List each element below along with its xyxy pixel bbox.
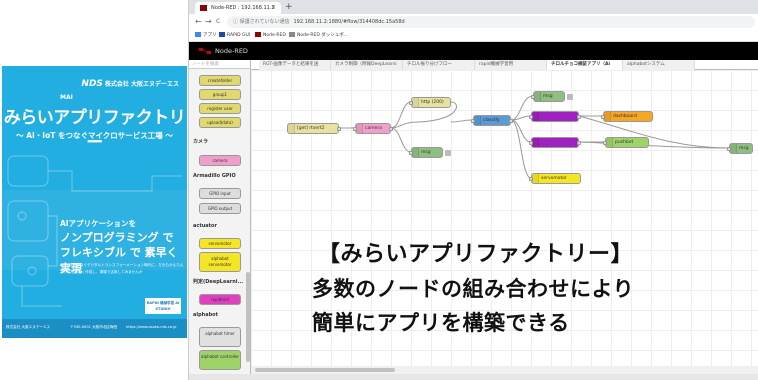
flow-tab-active[interactable]: チロルチョコ検証アプリ（Ai: [547, 60, 623, 70]
palette-scrollbar[interactable]: [246, 272, 250, 362]
address-bar-row: ← → C ⓘ 保護されていない通信 192.168.11.2:1880/#flo…: [189, 14, 758, 30]
flow-tab[interactable]: チロル振り分けフロー: [403, 60, 475, 70]
cover-tagline-2: ノンプログラミング で: [60, 231, 174, 244]
url-field[interactable]: ⓘ 保護されていない通信 192.168.11.2:1880/#flow/3144…: [227, 16, 755, 28]
debug-node[interactable]: msg: [531, 91, 573, 102]
bookmark-node-red[interactable]: Node-RED: [255, 30, 286, 42]
palette-node[interactable]: alphabot controller: [199, 350, 241, 370]
browser-tab-title: Node-RED : 192.168.11.2: [211, 5, 275, 11]
palette-node[interactable]: createfolder: [199, 75, 241, 86]
back-icon[interactable]: ←: [195, 14, 202, 30]
debug-node[interactable]: msg: [409, 147, 451, 158]
palette-category-alphabot[interactable]: alphabot: [193, 312, 218, 318]
close-tab-icon[interactable]: ×: [271, 2, 276, 14]
palette-node[interactable]: upload(data): [199, 117, 241, 128]
overlay-line-2: 多数のノードの組み合わせにより: [312, 277, 635, 301]
camera-node[interactable]: camera: [353, 123, 393, 134]
flow-tab[interactable]: rapid機械学習用: [475, 60, 547, 70]
forward-icon[interactable]: →: [205, 14, 212, 30]
http-icon: [412, 98, 419, 107]
palette-category-deeplearning[interactable]: 判定(DeepLearni...: [193, 278, 243, 285]
bookmark-node-red-dashboard[interactable]: Node-RED ダッシュボ...: [289, 30, 348, 42]
status-bar: [189, 374, 758, 380]
palette-node[interactable]: rapidroid: [199, 294, 241, 305]
debug-icon: [412, 148, 419, 157]
palette-node[interactable]: alphabot timer: [199, 327, 241, 347]
bookmark-rapid-gui[interactable]: RAPID GUI: [219, 30, 250, 42]
bookmark-apps[interactable]: アプリ: [195, 30, 217, 42]
bookmarks-bar: アプリ RAPID GUI Node-RED Node-RED ダッシュボ...: [189, 30, 758, 42]
dashboard-icon: [289, 32, 295, 37]
node-red-title: Node-RED: [215, 47, 248, 55]
node-red-header: Node-RED: [189, 42, 758, 60]
dashboard-node[interactable]: dashboard: [601, 111, 653, 122]
palette-node[interactable]: group1: [199, 89, 241, 100]
inject-icon: [288, 124, 295, 133]
switch-icon: [532, 138, 539, 147]
servomotor-node[interactable]: servomotor: [529, 173, 581, 184]
palette-category-gpio[interactable]: Armadillo GPIO: [193, 173, 236, 179]
security-warning: ⓘ 保護されていない通信: [233, 19, 290, 25]
flow-tab[interactable]: カメラ制御（時報DeepLearni: [331, 60, 403, 70]
overlay-line-1: 【みらいアプリファクトリー】: [318, 242, 634, 267]
node-red-logo-icon: [199, 48, 211, 54]
cover-description: AI・IoTをつなぐデジタルトランスフォーメーション時代に、だれもかんたんアプリ…: [60, 263, 184, 274]
switch-node[interactable]: [529, 137, 581, 148]
workspace-scrollbar[interactable]: [251, 366, 758, 374]
palette-node[interactable]: register user: [199, 103, 241, 114]
rapid-icon: [219, 32, 225, 37]
apps-icon: [195, 32, 201, 37]
switch-icon: [532, 112, 539, 121]
palette-node[interactable]: GPIO input: [199, 188, 241, 199]
cover-mai-tag: MAI: [60, 94, 73, 101]
palette-category-camera[interactable]: カメラ: [193, 138, 208, 145]
dashboard-icon: [604, 112, 611, 121]
http-response-node[interactable]: http (200): [409, 97, 451, 108]
browser-tab[interactable]: Node-RED : 192.168.11.2 ×: [195, 2, 281, 14]
node-red-icon: [255, 32, 261, 37]
book-cover: NDS 株式会社 大阪エヌデーエス MAI みらいアプリファクトリー ～ AI・I…: [2, 66, 187, 338]
debug-icon: [730, 144, 737, 153]
browser-tabbar: Node-RED : 192.168.11.2 × +: [189, 0, 758, 14]
palette-category-actuator[interactable]: actuator: [193, 223, 217, 229]
cover-tagline-1: AIアプリケーションを: [60, 219, 136, 228]
palette-node[interactable]: camera: [199, 155, 241, 166]
palette-node[interactable]: GPIO output: [199, 203, 241, 214]
cover-badge: RAPID 機械学習 AI STUDIO: [145, 298, 181, 314]
palette-search-input[interactable]: ノードを検索: [189, 60, 250, 69]
cover-footer: 株式会社 大阪エヌデーエス 〒530-0001 大阪市北区梅田 https://…: [2, 319, 187, 338]
cover-footer-company: 株式会社 大阪エヌデーエス: [6, 325, 51, 329]
flow-tab[interactable]: RGT-画像データと結果を送: [259, 60, 331, 70]
classify-node[interactable]: classify: [471, 115, 513, 126]
cover-brand: NDS 株式会社 大阪エヌデーエス: [81, 79, 179, 89]
cover-footer-address: 〒530-0001 大阪市北区梅田: [70, 325, 118, 329]
pushbot-icon: [606, 138, 613, 147]
reload-icon[interactable]: C: [216, 14, 220, 30]
palette-node[interactable]: servomotor: [199, 238, 241, 249]
classify-icon: [474, 116, 481, 125]
servomotor-icon: [532, 174, 539, 183]
flow-tabs: RGT-画像データと結果を送 カメラ制御（時報DeepLearni チロル振り分…: [251, 60, 758, 70]
pushbot-node[interactable]: pushbot: [603, 137, 649, 148]
camera-icon: [356, 124, 363, 133]
palette-node[interactable]: alphabot servomotor: [199, 252, 241, 272]
cover-title: みらいアプリファクトリー: [3, 108, 186, 153]
flow-tab[interactable]: alphabotシステム: [623, 60, 695, 70]
switch-node[interactable]: [529, 111, 581, 122]
debug-icon: [534, 92, 541, 101]
url-text: 192.168.11.2:1880/#flow/314408dc.15a58d: [293, 19, 405, 25]
overlay-line-3: 簡単にアプリを構築できる: [312, 311, 570, 335]
new-tab-icon[interactable]: +: [285, 0, 293, 14]
cover-subtitle: ～ AI・IoT をつなぐマイクロサービス工場 ～: [16, 131, 173, 140]
debug-node[interactable]: msg: [727, 143, 753, 154]
node-palette: ノードを検索 createfolder group1 register user…: [189, 60, 251, 380]
inject-node[interactable]: [get] rtsert2: [287, 123, 341, 134]
node-red-favicon-icon: [200, 5, 207, 11]
cover-footer-url: https://www.osaka-nds.co.jp: [126, 325, 177, 329]
